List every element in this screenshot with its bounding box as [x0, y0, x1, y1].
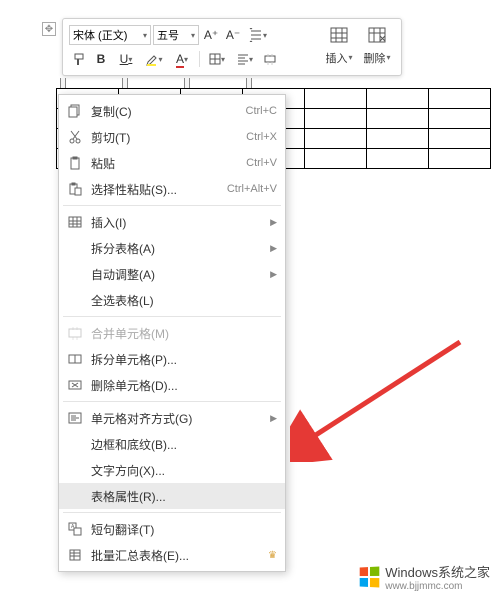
table-insert-icon	[330, 27, 348, 48]
watermark: Windows系统之家 www.bjjmmc.com	[359, 562, 490, 592]
chevron-down-icon: ▾	[263, 31, 267, 40]
windows-logo-icon	[360, 566, 380, 587]
split-cells-icon	[65, 350, 85, 368]
paste-special-icon	[65, 180, 85, 198]
menu-paste[interactable]: 粘贴 Ctrl+V	[59, 150, 285, 176]
table-anchor-handle[interactable]: ✥	[42, 22, 56, 36]
menu-insert[interactable]: 插入(I) ▶	[59, 209, 285, 235]
submenu-arrow-icon: ▶	[270, 413, 277, 424]
cut-icon	[65, 128, 85, 146]
submenu-arrow-icon: ▶	[270, 217, 277, 228]
align-icon	[65, 409, 85, 427]
watermark-site: 系统之家	[438, 565, 490, 580]
menu-table-properties[interactable]: 表格属性(R)...	[59, 483, 285, 509]
menu-sentence-translate[interactable]: A 短句翻译(T)	[59, 516, 285, 542]
font-color-button[interactable]: A ▾	[169, 49, 195, 69]
table-delete-icon	[368, 27, 386, 48]
batch-table-icon	[65, 546, 85, 564]
menu-auto-adjust[interactable]: 自动调整(A) ▶	[59, 261, 285, 287]
border-button[interactable]: ▾	[204, 49, 230, 69]
floating-toolbar: 宋体 (正文) ▾ 五号 ▾ A⁺ A⁻ ▾ B U▾ ▾ A ▾ ▾	[62, 18, 402, 76]
font-name-value: 宋体 (正文)	[73, 27, 127, 43]
chevron-down-icon: ▾	[143, 31, 147, 40]
menu-paste-special[interactable]: 选择性粘贴(S)... Ctrl+Alt+V	[59, 176, 285, 202]
watermark-url: www.bjjmmc.com	[385, 581, 490, 592]
format-painter-button[interactable]	[69, 49, 89, 69]
translate-icon: A	[65, 520, 85, 538]
table-icon	[65, 213, 85, 231]
menu-split-table[interactable]: 拆分表格(A) ▶	[59, 235, 285, 261]
menu-text-direction[interactable]: 文字方向(X)...	[59, 457, 285, 483]
shrink-font-button[interactable]: A⁻	[223, 25, 243, 45]
copy-icon	[65, 102, 85, 120]
line-spacing-button[interactable]: ▾	[245, 25, 271, 45]
menu-cell-align[interactable]: 单元格对齐方式(G) ▶	[59, 405, 285, 431]
align-button[interactable]: ▾	[232, 49, 258, 69]
submenu-arrow-icon: ▶	[270, 269, 277, 280]
menu-split-cells[interactable]: 拆分单元格(P)...	[59, 346, 285, 372]
paste-icon	[65, 154, 85, 172]
font-size-value: 五号	[157, 27, 179, 43]
highlight-button[interactable]: ▾	[141, 49, 167, 69]
chevron-down-icon: ▾	[191, 31, 195, 40]
merge-cells-icon	[65, 324, 85, 342]
font-size-select[interactable]: 五号 ▾	[153, 25, 199, 45]
cell-merge-button[interactable]	[260, 49, 280, 69]
menu-batch-summary[interactable]: 批量汇总表格(E)... ♛	[59, 542, 285, 568]
font-name-select[interactable]: 宋体 (正文) ▾	[69, 25, 151, 45]
bold-button[interactable]: B	[91, 49, 111, 69]
menu-cut[interactable]: 剪切(T) Ctrl+X	[59, 124, 285, 150]
context-menu: 复制(C) Ctrl+C 剪切(T) Ctrl+X 粘贴 Ctrl+V 选择性粘…	[58, 94, 286, 572]
delete-cells-icon	[65, 376, 85, 394]
menu-borders[interactable]: 边框和底纹(B)...	[59, 431, 285, 457]
annotation-arrow	[290, 332, 470, 462]
insert-menu-button[interactable]: 插入▾	[321, 23, 357, 69]
crown-icon: ♛	[268, 550, 277, 561]
delete-menu-button[interactable]: 删除▾	[359, 23, 395, 69]
grow-font-button[interactable]: A⁺	[201, 25, 221, 45]
underline-button[interactable]: U▾	[113, 49, 139, 69]
menu-merge-cells: 合并单元格(M)	[59, 320, 285, 346]
submenu-arrow-icon: ▶	[270, 243, 277, 254]
menu-copy[interactable]: 复制(C) Ctrl+C	[59, 98, 285, 124]
menu-delete-cells[interactable]: 删除单元格(D)...	[59, 372, 285, 398]
watermark-brand: Windows	[385, 565, 438, 580]
menu-select-table[interactable]: 全选表格(L)	[59, 287, 285, 313]
